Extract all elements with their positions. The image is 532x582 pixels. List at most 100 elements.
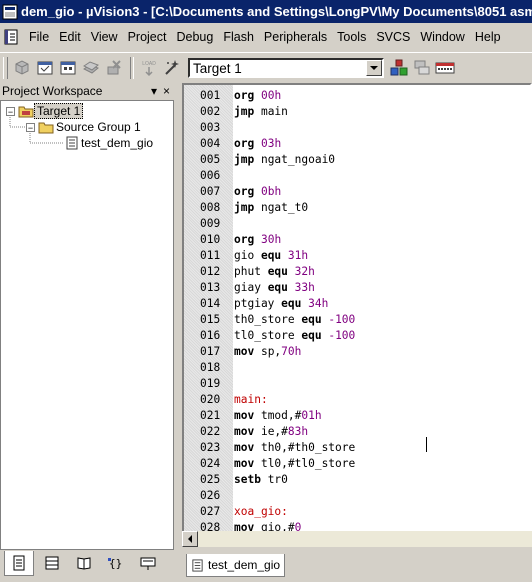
- line-text: giay equ 33h: [234, 281, 315, 294]
- app-icon: [2, 4, 18, 19]
- target-options-button[interactable]: [161, 57, 183, 79]
- toolbar-separator: [130, 57, 134, 79]
- menu-tools[interactable]: Tools: [332, 30, 371, 44]
- code-line: 006: [184, 168, 355, 184]
- load-button[interactable]: LOAD: [138, 57, 160, 79]
- batch-build-icon: [83, 61, 99, 74]
- line-number: 024: [200, 457, 221, 470]
- close-icon[interactable]: ×: [163, 84, 170, 98]
- line-text: jmp ngat_t0: [234, 201, 309, 214]
- svg-text:LOAD: LOAD: [142, 61, 156, 67]
- code-lines: 001 org 00h 002 jmp main 003 004 org 03h 005 jmp…: [184, 88, 355, 536]
- menu-peripherals[interactable]: Peripherals: [259, 30, 332, 44]
- target-select[interactable]: Target 1: [188, 58, 384, 78]
- code-line: 019: [184, 376, 355, 392]
- workspace-title: Project Workspace: [2, 84, 103, 98]
- tab-files[interactable]: [4, 550, 34, 576]
- line-number: 026: [200, 489, 221, 502]
- line-number: 006: [200, 169, 221, 182]
- line-number: 018: [200, 361, 221, 374]
- window-title: dem_gio - µVision3 - [C:\Documents and S…: [21, 4, 532, 19]
- tab-registers[interactable]: [38, 551, 66, 575]
- code-line: 009: [184, 216, 355, 232]
- code-line: 020 main:: [184, 392, 355, 408]
- target-select-value: Target 1: [193, 60, 242, 76]
- tree-label-file: test_dem_gio: [81, 136, 154, 150]
- line-text: setb tr0: [234, 473, 288, 486]
- line-number: 009: [200, 217, 221, 230]
- line-number: 022: [200, 425, 221, 438]
- code-line: 015 th0_store equ -100: [184, 312, 355, 328]
- line-text: mov sp,70h: [234, 345, 302, 358]
- tree-lines: [9, 115, 63, 144]
- menu-file[interactable]: File: [24, 30, 54, 44]
- line-number: 014: [200, 297, 221, 310]
- code-line: 012 phut equ 32h: [184, 264, 355, 280]
- line-number: 007: [200, 185, 221, 198]
- line-text: org 30h: [234, 233, 282, 246]
- line-number: 023: [200, 441, 221, 454]
- scroll-left-button[interactable]: [182, 531, 198, 547]
- code-line: 005 jmp ngat_ngoai0: [184, 152, 355, 168]
- line-number: 004: [200, 137, 221, 150]
- rebuild-icon: [60, 61, 76, 75]
- line-text: mov ie,#83h: [234, 425, 309, 438]
- chevron-down-icon[interactable]: [366, 60, 382, 76]
- menu-debug[interactable]: Debug: [171, 30, 218, 44]
- rebuild-button[interactable]: [57, 57, 79, 79]
- tab-templates[interactable]: [134, 551, 162, 575]
- manage-books-button[interactable]: [411, 57, 433, 79]
- tab-functions[interactable]: {}: [102, 551, 130, 575]
- line-number: 001: [200, 89, 221, 102]
- translate-icon: [15, 60, 29, 75]
- source-file-icon: [192, 558, 203, 572]
- menu-project[interactable]: Project: [123, 30, 172, 44]
- menu-view[interactable]: View: [86, 30, 123, 44]
- build-button[interactable]: [34, 57, 56, 79]
- build-icon: [37, 61, 53, 75]
- components-icon: [390, 59, 408, 76]
- multi-project-button[interactable]: [434, 57, 456, 79]
- files-icon: [13, 555, 25, 570]
- menu-edit[interactable]: Edit: [54, 30, 86, 44]
- pin-icon[interactable]: ▾: [151, 84, 157, 98]
- menu-svcs[interactable]: SVCS: [371, 30, 415, 44]
- line-text: gio equ 31h: [234, 249, 309, 262]
- tab-test-dem-gio[interactable]: test_dem_gio: [186, 554, 286, 577]
- select-components-button[interactable]: [388, 57, 410, 79]
- translate-button[interactable]: [11, 57, 33, 79]
- templates-icon: [140, 557, 156, 570]
- batch-build-button[interactable]: [80, 57, 102, 79]
- line-number: 002: [200, 105, 221, 118]
- line-text: mov th0,#th0_store: [234, 441, 356, 454]
- stop-build-button[interactable]: [103, 57, 125, 79]
- code-line: 004 org 03h: [184, 136, 355, 152]
- tab-books[interactable]: [70, 551, 98, 575]
- code-line: 027 xoa_gio:: [184, 504, 355, 520]
- line-number: 016: [200, 329, 221, 342]
- line-text: main:: [234, 393, 268, 406]
- line-number: 003: [200, 121, 221, 134]
- stop-build-icon: [107, 60, 121, 75]
- toolbar-grip[interactable]: [3, 57, 8, 79]
- line-text: th0_store equ -100: [234, 313, 356, 326]
- code-line: 018: [184, 360, 355, 376]
- doc-tab-label: test_dem_gio: [208, 558, 281, 572]
- line-text: xoa_gio:: [234, 505, 288, 518]
- horizontal-scrollbar[interactable]: [182, 531, 532, 547]
- menu-help[interactable]: Help: [470, 30, 506, 44]
- functions-icon: {}: [108, 557, 122, 570]
- chevron-left-icon: [187, 535, 192, 543]
- document-icon[interactable]: [2, 28, 20, 46]
- code-line: 002 jmp main: [184, 104, 355, 120]
- line-text: phut equ 32h: [234, 265, 315, 278]
- menu-window[interactable]: Window: [415, 30, 469, 44]
- line-text: mov tmod,#01h: [234, 409, 322, 422]
- menu-flash[interactable]: Flash: [218, 30, 259, 44]
- line-number: 010: [200, 233, 221, 246]
- book-icon: [77, 557, 91, 570]
- build-toolbar: LOAD Target 1: [0, 52, 532, 83]
- line-text: org 00h: [234, 89, 282, 102]
- line-text: jmp main: [234, 105, 288, 118]
- code-editor[interactable]: 001 org 00h 002 jmp main 003 004 org 03h 005 jmp…: [182, 83, 532, 545]
